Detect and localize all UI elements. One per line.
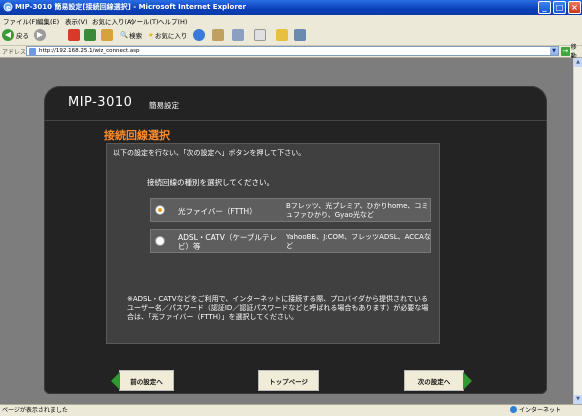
messenger-button[interactable] (294, 28, 306, 42)
address-bar: アドレス(D) http://192.168.25.1/wiz_connect.… (0, 44, 582, 60)
address-dropdown-icon[interactable]: ▼ (550, 47, 558, 55)
next-button[interactable]: 次の設定へ (404, 370, 472, 391)
minimize-button[interactable]: _ (538, 1, 551, 14)
device-subtitle: 簡易設定 (149, 101, 179, 110)
mail-icon (212, 29, 224, 41)
option-adsl[interactable]: ADSL・CATV（ケーブルテレビ）等 YahooBB、J:COM、フレッツAD… (150, 229, 431, 253)
menu-edit[interactable]: 編集(E) (37, 16, 59, 26)
edit-icon (254, 29, 266, 41)
favorites-label: お気に入り (154, 32, 188, 40)
device-config-panel: MIP-3010 簡易設定 接続回線選択 以下の設定を行ない、「次の設定へ」ボタ… (44, 86, 547, 394)
search-icon: 🔍 (120, 31, 129, 39)
prev-button[interactable]: 前の設定へ (111, 370, 174, 391)
go-button[interactable]: → 移動 (561, 44, 582, 60)
mail-button[interactable] (212, 28, 224, 42)
search-button[interactable]: 🔍 検索 (120, 28, 142, 42)
home-button[interactable] (101, 28, 113, 42)
back-label: 戻る (16, 32, 29, 40)
zone-indicator: インターネット (510, 405, 561, 416)
ie-icon: e (3, 2, 13, 12)
folder-icon (276, 29, 288, 41)
star-icon: ★ (148, 31, 154, 39)
status-bar: ページが表示されました インターネット (0, 404, 582, 416)
address-input[interactable]: http://192.168.25.1/wiz_connect.asp ▼ (26, 46, 559, 56)
window-titlebar: e MIP-3010 簡易設定[接続回線選択] - Microsoft Inte… (0, 0, 582, 15)
print-icon (232, 29, 244, 41)
favorites-button[interactable]: ★ お気に入り (148, 28, 187, 42)
stop-icon (68, 29, 80, 41)
zone-label: インターネット (519, 407, 562, 414)
media-button[interactable] (193, 28, 205, 42)
globe-icon (510, 406, 517, 413)
back-arrow-icon: ◀ (2, 29, 14, 41)
device-model: MIP-3010 (68, 95, 133, 110)
page-icon (29, 48, 36, 55)
next-label: 次の設定へ (417, 377, 451, 386)
scroll-up-icon[interactable]: ▲ (574, 58, 582, 67)
instruction-text: 以下の設定を行ない、「次の設定へ」ボタンを押して下さい。 (113, 149, 306, 157)
next-arrow-icon (463, 372, 472, 390)
forward-button[interactable]: ▶ (34, 28, 46, 42)
refresh-icon (84, 29, 96, 41)
prev-label: 前の設定へ (130, 377, 163, 386)
prev-arrow-icon (111, 372, 120, 390)
search-label: 検索 (129, 32, 143, 40)
svg-text:e: e (6, 4, 11, 12)
forward-arrow-icon: ▶ (34, 29, 46, 41)
close-button[interactable]: × (568, 1, 581, 14)
address-url: http://192.168.25.1/wiz_connect.asp (39, 48, 140, 54)
menu-file[interactable]: ファイル(F) (3, 16, 38, 26)
option-adsl-label: ADSL・CATV（ケーブルテレビ）等 (178, 233, 277, 251)
stop-button[interactable] (68, 28, 80, 42)
scroll-down-icon[interactable]: ▼ (574, 395, 582, 404)
top-page-label: トップページ (269, 377, 308, 386)
go-arrow-icon: → (561, 46, 570, 56)
media-icon (193, 29, 205, 41)
note-text: ※ADSL・CATVなどをご利用で、インターネットに接続する際、プロバイダから提… (127, 295, 429, 321)
home-icon (101, 29, 113, 41)
status-text: ページが表示されました (2, 407, 68, 414)
messenger-icon (294, 29, 306, 41)
menu-view[interactable]: 表示(V) (65, 16, 88, 26)
folder-button[interactable] (276, 28, 288, 42)
question-text: 接続回線の種別を選択してください。 (147, 178, 275, 187)
back-button[interactable]: ◀ 戻る (2, 28, 29, 42)
radio-ftth[interactable] (156, 206, 164, 214)
top-page-button[interactable]: トップページ (258, 370, 319, 391)
device-header: MIP-3010 簡易設定 (44, 86, 547, 121)
maximize-button[interactable]: □ (553, 1, 566, 14)
option-ftth-label: 光ファイバー（FTTH） (178, 207, 257, 216)
option-ftth-desc: Bフレッツ、光プレミア、ひかりhome、コミュファひかり、Gyao光など (286, 202, 429, 219)
option-adsl-desc: YahooBB、J:COM、フレッツADSL、ACCAなど (286, 233, 431, 250)
settings-panel: 以下の設定を行ない、「次の設定へ」ボタンを押して下さい。 接続回線の種別を選択し… (106, 143, 440, 344)
menu-tools[interactable]: ツール(T) (130, 16, 159, 26)
option-ftth[interactable]: 光ファイバー（FTTH） Bフレッツ、光プレミア、ひかりhome、コミュファひか… (150, 198, 431, 222)
radio-adsl[interactable] (156, 237, 164, 245)
vertical-scrollbar[interactable]: ▲ ▼ (573, 58, 582, 404)
refresh-button[interactable] (84, 28, 96, 42)
window-title: MIP-3010 簡易設定[接続回線選択] - Microsoft Intern… (15, 3, 246, 11)
menu-help[interactable]: ヘルプ(H) (158, 16, 187, 26)
menu-favorites[interactable]: お気に入り(A) (92, 16, 134, 26)
page-title: 接続回線選択 (104, 129, 170, 142)
browser-toolbar: ◀ 戻る ▶ 🔍 検索 ★ お気に入り (0, 26, 582, 46)
edit-button[interactable] (254, 28, 266, 42)
print-button[interactable] (232, 28, 244, 42)
